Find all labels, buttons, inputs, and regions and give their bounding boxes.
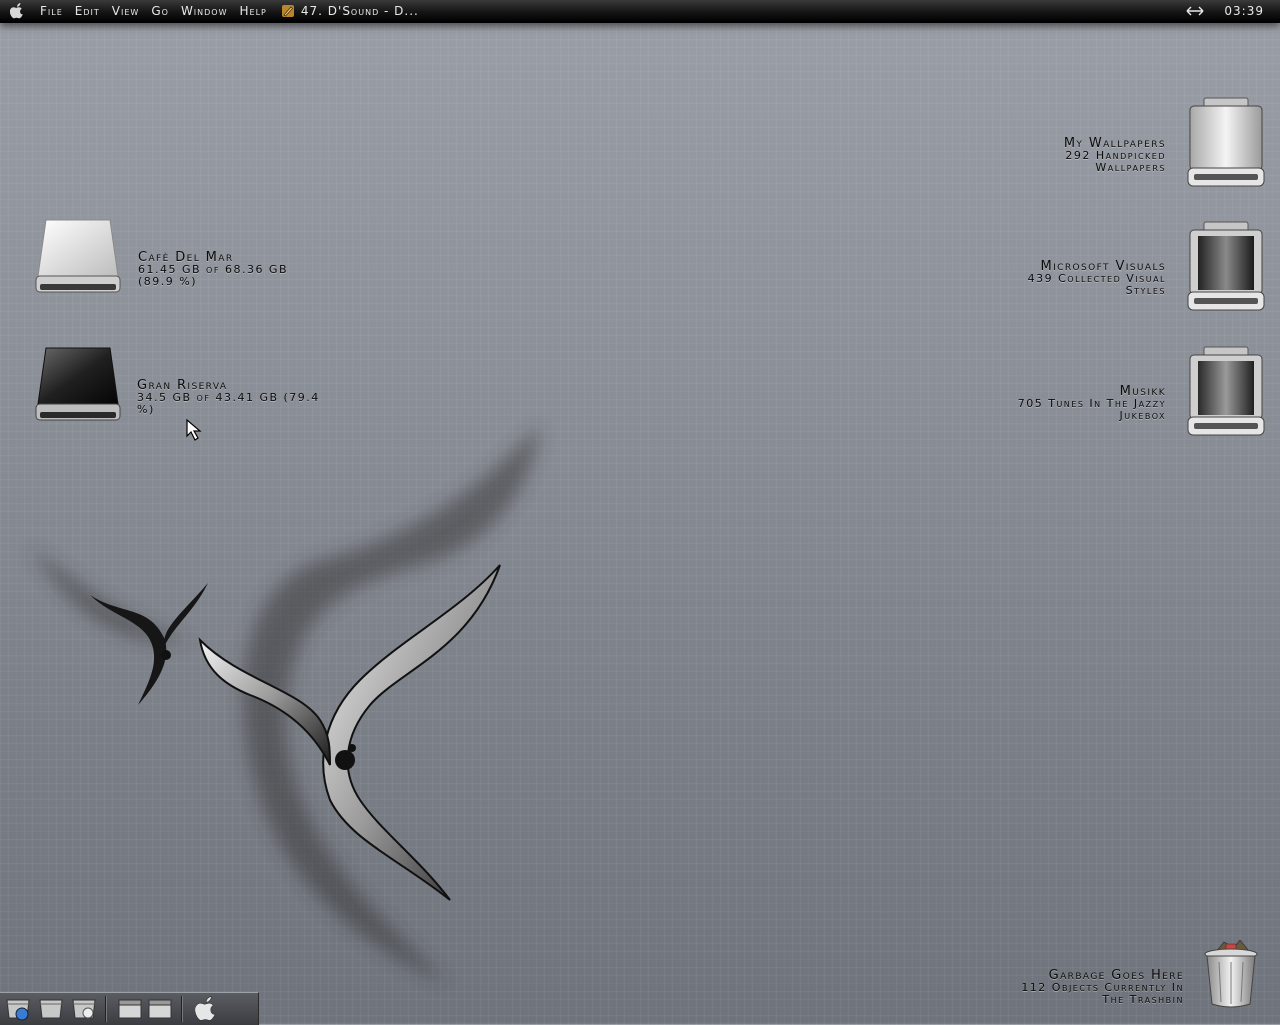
drive-percent: (89.9 %) — [138, 275, 198, 288]
white-hard-drive-icon[interactable] — [34, 218, 122, 298]
drive-detail: Styles — [1125, 284, 1166, 297]
now-playing-menu[interactable]: 47. D'Sound - D... — [281, 4, 419, 18]
drive-detail: Jukebox — [1119, 409, 1166, 422]
dock — [0, 992, 259, 1025]
dock-item-finder[interactable] — [3, 995, 33, 1023]
menu-file[interactable]: File — [34, 4, 69, 18]
drive-label-gran-riserva[interactable]: Gran Riserva 34.5 GB of 43.41 GB (79.4 %… — [137, 379, 320, 416]
double-arrow-icon[interactable] — [1186, 6, 1204, 16]
dock-item-apple-folder[interactable] — [69, 995, 99, 1023]
dock-item-drawer[interactable] — [115, 995, 145, 1023]
drive-detail: Wallpapers — [1095, 161, 1166, 174]
menubar-clock[interactable]: 03:39 — [1204, 4, 1280, 18]
dark-drive-icon[interactable] — [1186, 220, 1266, 314]
mouse-pointer-icon — [186, 418, 202, 441]
menu-help[interactable]: Help — [234, 4, 273, 18]
drive-label-microsoft-visuals[interactable]: Microsoft Visuals 439 Collected Visual S… — [1028, 260, 1166, 297]
dark-drive-icon[interactable] — [1186, 345, 1266, 439]
drive-percent: %) — [137, 403, 155, 416]
silver-drive-icon[interactable] — [1186, 96, 1266, 190]
pencil-note-icon — [281, 5, 294, 17]
dock-item-drawer[interactable] — [145, 995, 175, 1023]
drive-label-cafe-del-mar[interactable]: Cafè Del Mar 61.45 GB of 68.36 GB (89.9 … — [138, 251, 288, 288]
trash-label[interactable]: Garbage Goes Here 112 Objects Currently … — [1021, 969, 1184, 1006]
now-playing-text: 47. D'Sound - D... — [300, 4, 419, 18]
trash-can-icon[interactable] — [1202, 940, 1260, 1010]
menu-window[interactable]: Window — [175, 4, 234, 18]
menu-bar: File Edit View Go Window Help 47. D'Soun… — [0, 0, 1280, 23]
finder-icon — [6, 999, 30, 1021]
dock-item-apple[interactable] — [191, 995, 221, 1023]
dock-item-folder[interactable] — [36, 995, 66, 1023]
drawer-icon — [118, 999, 142, 1019]
trash-detail: The Trashbin — [1102, 993, 1184, 1006]
drawer-icon — [148, 999, 172, 1019]
apple-menu[interactable] — [0, 0, 34, 22]
drive-capacity: 34.5 GB of 43.41 GB (79.4 — [137, 391, 320, 404]
menu-edit[interactable]: Edit — [69, 4, 106, 18]
apple-logo-icon — [195, 996, 216, 1021]
dock-separator — [105, 996, 106, 1022]
black-hard-drive-icon[interactable] — [34, 346, 122, 426]
drive-label-my-wallpapers[interactable]: My Wallpapers 292 Handpicked Wallpapers — [1064, 137, 1166, 174]
folder-icon — [39, 999, 63, 1019]
apple-folder-icon — [72, 999, 96, 1019]
apple-logo-icon — [10, 3, 23, 19]
menu-go[interactable]: Go — [145, 4, 175, 18]
menu-view[interactable]: View — [106, 4, 146, 18]
dock-separator — [181, 996, 182, 1022]
drive-label-musikk[interactable]: Musikk 705 Tunes In The Jazzy Jukebox — [1018, 385, 1166, 422]
